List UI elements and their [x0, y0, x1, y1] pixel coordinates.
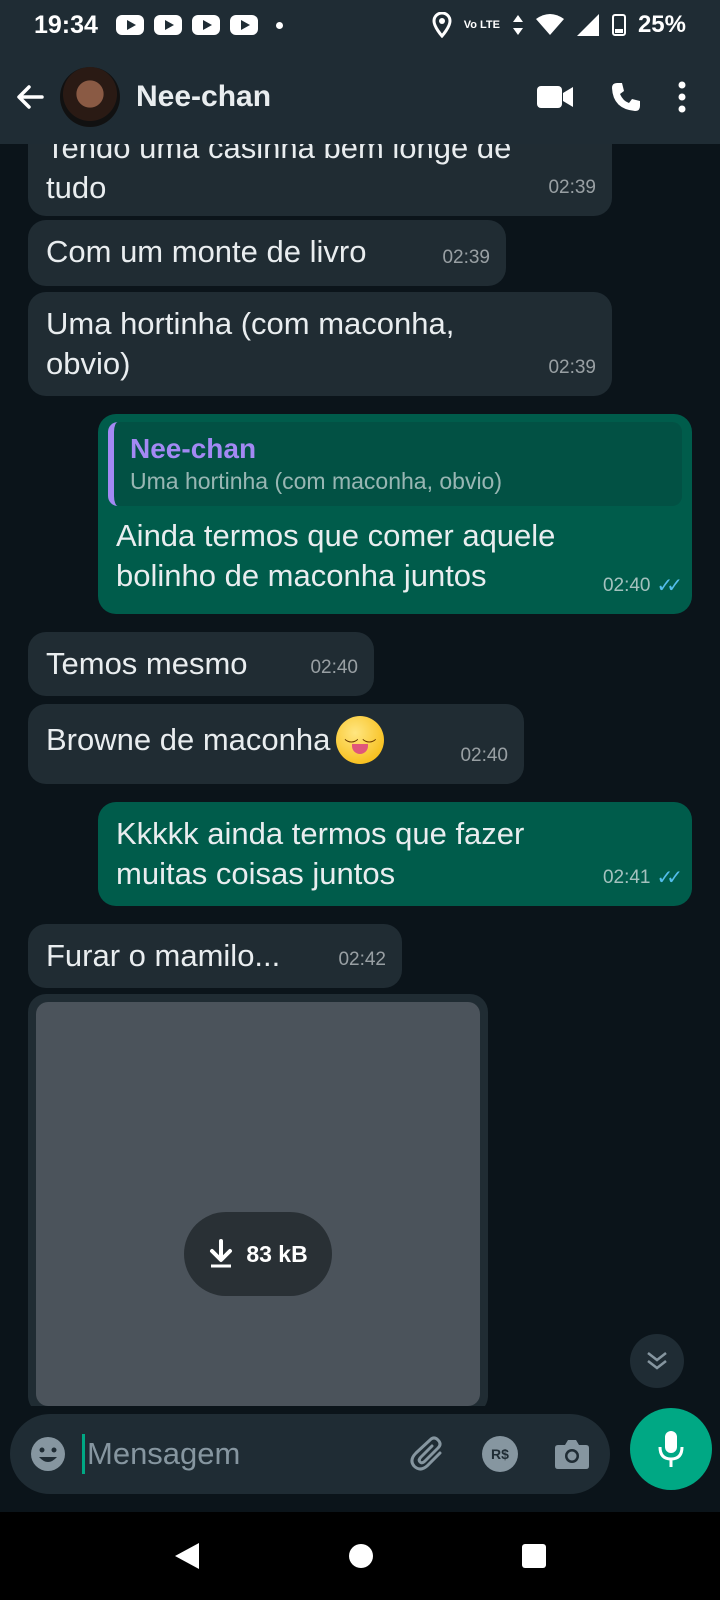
emoji-icon[interactable]: [30, 1436, 66, 1472]
message-incoming[interactable]: Com um monte de livro 02:39: [28, 220, 506, 286]
message-placeholder: Mensagem: [87, 1436, 241, 1471]
image-placeholder: 83 kB: [36, 1002, 480, 1406]
quote-author: Nee-chan: [130, 433, 257, 464]
camera-icon[interactable]: [554, 1438, 590, 1470]
message-time: 02:41: [602, 867, 651, 888]
mic-icon: [658, 1431, 684, 1467]
payment-icon[interactable]: R$: [482, 1436, 518, 1472]
voice-call-icon[interactable]: [610, 81, 642, 113]
message-incoming[interactable]: Furar o mamilo... 02:42: [28, 924, 402, 988]
message-incoming[interactable]: Tendo uma casinha bem longe de tudo 02:3…: [28, 144, 612, 216]
double-chevron-down-icon: [647, 1352, 667, 1370]
message-text: Com um monte de livro: [46, 234, 367, 269]
message-incoming[interactable]: Uma hortinha (com maconha, obvio) 02:39: [28, 292, 612, 396]
download-button[interactable]: 83 kB: [184, 1212, 332, 1296]
message-outgoing[interactable]: Nee-chan Uma hortinha (com maconha, obvi…: [98, 414, 692, 614]
message-time: 02:40: [460, 745, 508, 766]
yum-face-emoji-icon: [336, 716, 385, 766]
download-size: 83 kB: [246, 1240, 308, 1267]
contact-avatar[interactable]: [60, 67, 120, 127]
message-text: Furar o mamilo...: [46, 938, 281, 973]
read-receipt-icon: ✓✓: [656, 867, 682, 889]
contact-name[interactable]: Nee-chan: [136, 80, 271, 114]
back-button[interactable]: [0, 50, 60, 144]
message-text: Ainda termos que comer aquele bolinho de…: [116, 518, 556, 593]
attach-icon[interactable]: [410, 1436, 446, 1472]
composer-bar: Mensagem R$: [0, 1406, 720, 1512]
status-time: 19:34: [34, 10, 98, 39]
message-time: 02:39: [548, 177, 596, 198]
download-icon: [210, 1239, 233, 1268]
more-notifications-icon: [275, 21, 283, 29]
status-bar: 19:34 Vo LTE 25%: [0, 0, 720, 50]
chat-header: Nee-chan: [0, 50, 720, 144]
more-options-icon[interactable]: [678, 81, 686, 113]
message-content: Browne de maconha: [46, 716, 506, 766]
nav-home-icon[interactable]: [347, 1542, 375, 1570]
image-message[interactable]: 83 kB: [28, 994, 488, 1406]
volte-indicator: Vo LTE: [463, 18, 500, 31]
message-time: 02:42: [338, 949, 386, 970]
read-receipt-icon: ✓✓: [656, 575, 682, 597]
youtube-notification-icon: [191, 15, 220, 35]
quoted-message[interactable]: Nee-chan Uma hortinha (com maconha, obvi…: [108, 422, 682, 506]
text-cursor: [82, 1434, 85, 1474]
location-icon: [432, 12, 452, 38]
battery-percent: 25%: [637, 11, 686, 38]
data-arrows-icon: [512, 15, 523, 35]
youtube-notification-icon: [153, 15, 182, 35]
youtube-notification-icon: [229, 15, 258, 35]
message-incoming[interactable]: Temos mesmo 02:40: [28, 632, 374, 696]
message-time: 02:39: [442, 247, 490, 268]
message-text: Browne de maconha: [46, 722, 331, 757]
battery-icon: [611, 14, 626, 36]
youtube-notification-icon: [115, 15, 144, 35]
chat-area[interactable]: Tendo uma casinha bem longe de tudo 02:3…: [0, 144, 720, 1406]
message-text: Uma hortinha (com maconha, obvio): [46, 306, 455, 381]
back-arrow-icon: [17, 85, 44, 109]
nav-back-icon[interactable]: [173, 1541, 201, 1571]
signal-icon: [576, 14, 599, 36]
video-call-icon[interactable]: [536, 84, 574, 110]
message-incoming[interactable]: Browne de maconha 02:40: [28, 704, 524, 784]
message-time: 02:40: [602, 575, 651, 596]
message-text: Kkkkk ainda termos que fazer muitas cois…: [116, 816, 525, 891]
scroll-to-bottom-button[interactable]: [630, 1334, 684, 1388]
message-input[interactable]: Mensagem R$: [10, 1414, 610, 1494]
message-text: Tendo uma casinha bem longe de tudo: [46, 144, 512, 205]
message-time: 02:39: [548, 357, 596, 378]
voice-message-button[interactable]: [630, 1408, 712, 1490]
message-outgoing[interactable]: Kkkkk ainda termos que fazer muitas cois…: [98, 802, 692, 906]
nav-recents-icon[interactable]: [521, 1543, 547, 1569]
wifi-icon: [535, 14, 564, 35]
system-nav-bar: [0, 1512, 720, 1600]
message-time: 02:40: [310, 657, 358, 678]
quote-text: Uma hortinha (com maconha, obvio): [130, 468, 502, 494]
